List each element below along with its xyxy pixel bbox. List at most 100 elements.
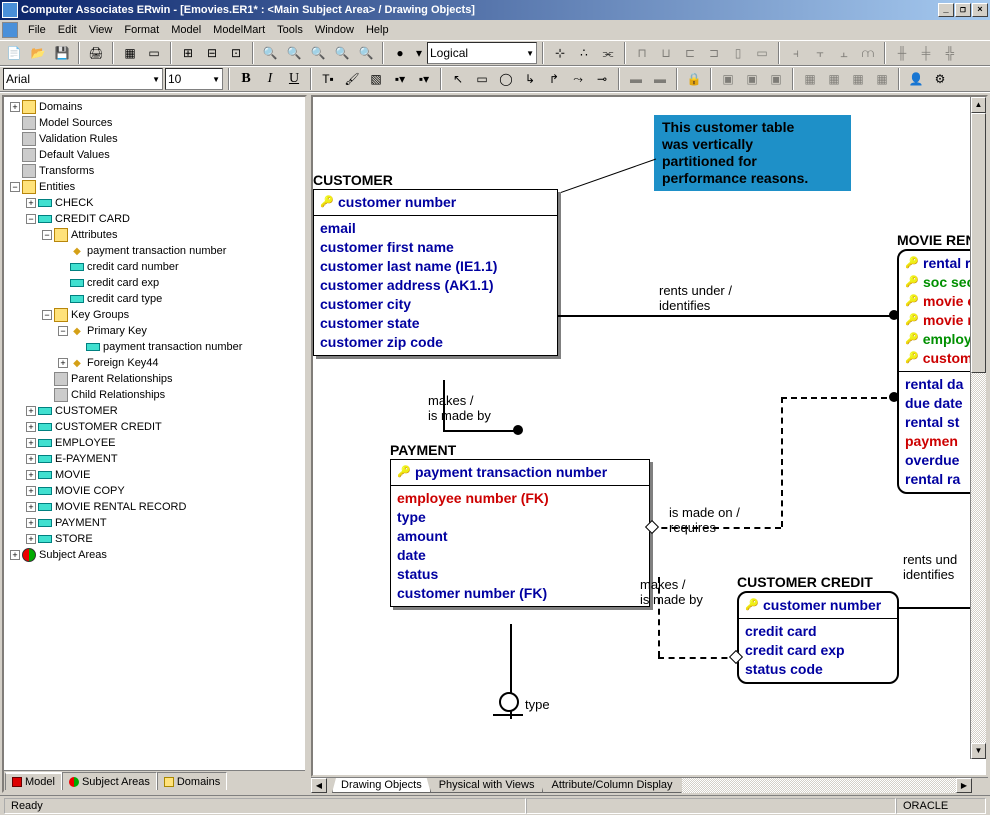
italic-button[interactable]: I — [259, 68, 281, 90]
entity-attribute[interactable]: soc sec — [905, 273, 979, 292]
tree-item[interactable]: +STORE — [6, 531, 303, 547]
tree-item[interactable]: Parent Relationships — [6, 371, 303, 387]
tree-item[interactable]: +CUSTOMER CREDIT — [6, 419, 303, 435]
tool-button[interactable]: ∴ — [573, 42, 595, 64]
entity-attribute[interactable]: customer city — [320, 295, 551, 314]
entity-customer[interactable]: CUSTOMER customer number emailcustomer f… — [313, 172, 558, 356]
tree-item[interactable]: ◆payment transaction number — [6, 243, 303, 259]
menu-modelmart[interactable]: ModelMart — [207, 22, 271, 38]
menu-window[interactable]: Window — [309, 22, 360, 38]
tree-item[interactable]: payment transaction number — [6, 339, 303, 355]
er-diagram-canvas[interactable]: This customer tablewas verticallypartiti… — [311, 95, 988, 777]
underline-button[interactable]: U — [283, 68, 305, 90]
lock-button[interactable]: 🔒 — [683, 68, 705, 90]
tree-toggle[interactable]: + — [58, 358, 68, 368]
tree-toggle[interactable]: − — [10, 182, 20, 192]
tool-button[interactable]: ⊡ — [225, 42, 247, 64]
entity-attribute[interactable]: customer number (FK) — [397, 584, 643, 603]
tool-button[interactable]: ⊞ — [177, 42, 199, 64]
tool-button[interactable]: ▦ — [799, 68, 821, 90]
tool-button[interactable]: ⊓ — [631, 42, 653, 64]
tree-item[interactable]: +MOVIE — [6, 467, 303, 483]
bold-button[interactable]: B — [235, 68, 257, 90]
tool-button[interactable]: ▭ — [751, 42, 773, 64]
zoom-out-button[interactable]: 🔍 — [259, 42, 281, 64]
tree-item[interactable]: Transforms — [6, 163, 303, 179]
entity-attribute[interactable]: status — [397, 565, 643, 584]
entity-attribute[interactable]: rental da — [905, 375, 979, 394]
tree-item[interactable]: −Key Groups — [6, 307, 303, 323]
tool-button[interactable]: ⊟ — [201, 42, 223, 64]
save-button[interactable]: 💾 — [51, 42, 73, 64]
tool-button[interactable]: ▦ — [823, 68, 845, 90]
annotation-note[interactable]: This customer tablewas verticallypartiti… — [654, 115, 851, 191]
tool-button[interactable]: ● — [389, 42, 411, 64]
dropdown-arrow-icon[interactable]: ▾ — [413, 42, 425, 64]
tree-toggle[interactable]: + — [26, 406, 36, 416]
pointer-tool[interactable]: ↖ — [447, 68, 469, 90]
tree-item[interactable]: +MOVIE COPY — [6, 483, 303, 499]
color-button[interactable]: T▪ — [317, 68, 339, 90]
tree-item[interactable]: +◆Foreign Key44 — [6, 355, 303, 371]
print-button[interactable]: 🖨 — [85, 42, 107, 64]
tree-toggle[interactable]: + — [26, 518, 36, 528]
entity-attribute[interactable]: customer address (AK1.1) — [320, 276, 551, 295]
scroll-right-button[interactable]: ▶ — [956, 778, 972, 793]
canvas-tab-attribute[interactable]: Attribute/Column Display — [542, 778, 681, 793]
entity-tool[interactable]: ▭ — [471, 68, 493, 90]
tree-tab-domains[interactable]: Domains — [157, 772, 227, 790]
minimize-button[interactable]: _ — [938, 3, 954, 17]
zoom-button[interactable]: 🔍 — [355, 42, 377, 64]
doc-icon[interactable] — [2, 22, 18, 38]
tree-item[interactable]: +Domains — [6, 99, 303, 115]
entity-attribute[interactable]: rental st — [905, 413, 979, 432]
entity-attribute[interactable]: rental re — [905, 254, 979, 273]
tree-toggle[interactable]: + — [26, 438, 36, 448]
entity-attribute[interactable]: date — [397, 546, 643, 565]
tree-item[interactable]: +Subject Areas — [6, 547, 303, 563]
restore-button[interactable]: ❐ — [955, 3, 971, 17]
new-button[interactable]: 📄 — [3, 42, 25, 64]
tool-button[interactable]: ⫠ — [833, 42, 855, 64]
color-button[interactable]: ▧ — [365, 68, 387, 90]
tool-button[interactable]: ╪ — [915, 42, 937, 64]
tool-button[interactable]: ⩋ — [857, 42, 879, 64]
tree-tab-model[interactable]: Model — [5, 772, 62, 790]
tree-toggle[interactable]: − — [58, 326, 68, 336]
entity-attribute[interactable]: credit card exp — [745, 641, 891, 660]
entity-attribute[interactable]: amount — [397, 527, 643, 546]
zoom-fit-button[interactable]: 🔍 — [307, 42, 329, 64]
color-button[interactable]: ▪▾ — [413, 68, 435, 90]
menu-tools[interactable]: Tools — [271, 22, 309, 38]
entity-attribute[interactable]: customer zip code — [320, 333, 551, 352]
open-button[interactable]: 📂 — [27, 42, 49, 64]
tree-toggle[interactable]: + — [26, 470, 36, 480]
relation-tool[interactable]: ⤳ — [567, 68, 589, 90]
entity-attribute[interactable]: email — [320, 219, 551, 238]
tool-button[interactable]: ▭ — [143, 42, 165, 64]
entity-attribute[interactable]: type — [397, 508, 643, 527]
scroll-down-button[interactable]: ▼ — [971, 743, 986, 759]
color-button[interactable]: ▪▾ — [389, 68, 411, 90]
tool-button[interactable]: ⊏ — [679, 42, 701, 64]
tree-toggle[interactable]: + — [26, 534, 36, 544]
tree-toggle[interactable]: + — [26, 454, 36, 464]
entity-attribute[interactable]: customer state — [320, 314, 551, 333]
relation-tool[interactable]: ↱ — [543, 68, 565, 90]
entity-attribute[interactable]: movie c — [905, 292, 979, 311]
tool-button[interactable]: ⊹ — [549, 42, 571, 64]
relation-tool[interactable]: ⊸ — [591, 68, 613, 90]
zoom-button[interactable]: 🔍 — [331, 42, 353, 64]
tree-item[interactable]: +PAYMENT — [6, 515, 303, 531]
tree-item[interactable]: Model Sources — [6, 115, 303, 131]
tree-tab-subject-areas[interactable]: Subject Areas — [62, 772, 157, 790]
entity-attribute[interactable]: movie n — [905, 311, 979, 330]
tree-item[interactable]: credit card type — [6, 291, 303, 307]
entity-attribute[interactable]: rental ra — [905, 470, 979, 489]
entity-attribute[interactable]: customer first name — [320, 238, 551, 257]
tree-toggle[interactable]: − — [42, 310, 52, 320]
font-size-dropdown[interactable]: 10 ▼ — [165, 68, 223, 90]
entity-attribute[interactable]: employe — [905, 330, 979, 349]
tool-button[interactable]: ▬ — [625, 68, 647, 90]
tool-button[interactable]: ▦ — [847, 68, 869, 90]
